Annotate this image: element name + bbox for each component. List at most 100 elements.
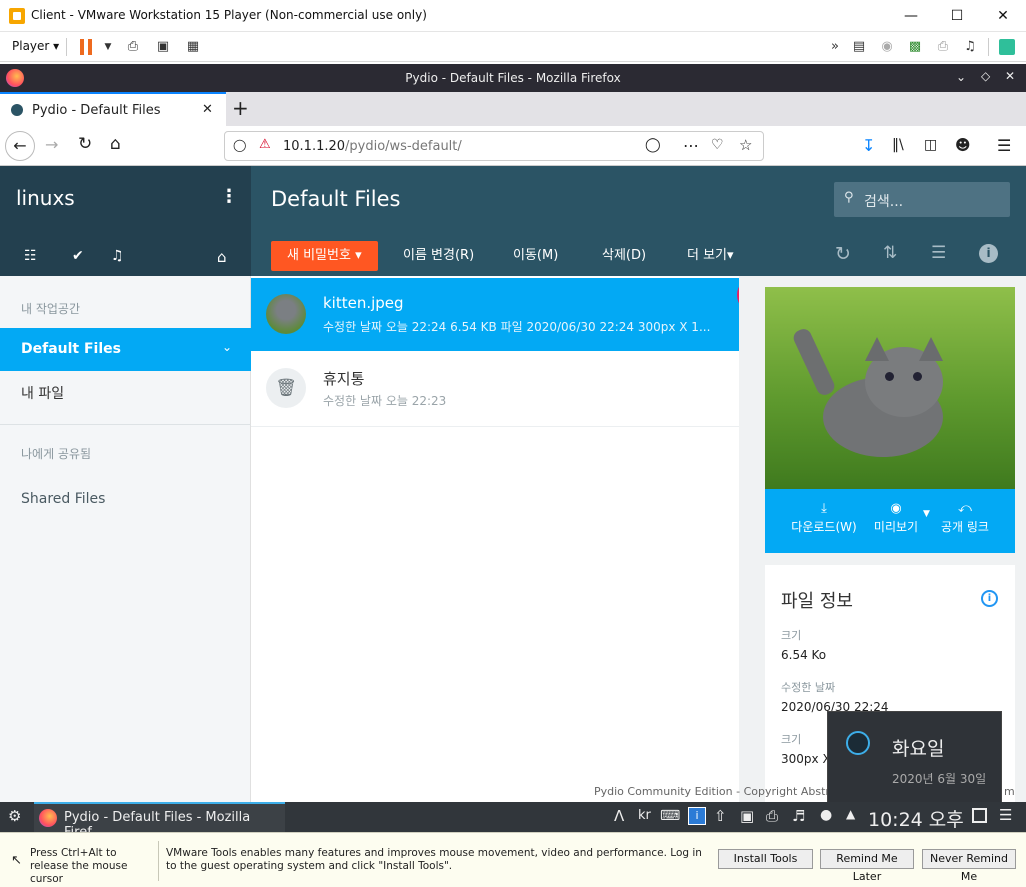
download-button[interactable]: ⤓ 다운로드(W): [787, 501, 861, 535]
preview-button[interactable]: ◉ 미리보기: [865, 501, 927, 535]
sidebar-item-default-files[interactable]: Default Files ⌄: [0, 328, 251, 371]
footer-copyright: Pydio Community Edition - Copyright Abst…: [594, 785, 851, 798]
insecure-lock-icon[interactable]: ⚠: [259, 137, 271, 152]
search-placeholder: 검색...: [864, 194, 904, 210]
update-icon[interactable]: ⇧: [714, 807, 727, 825]
url-text[interactable]: 10.1.1.20/pydio/ws-default/: [283, 139, 462, 154]
volume-icon[interactable]: ♬: [792, 807, 805, 825]
bookmark-star-icon[interactable]: ☆: [739, 136, 752, 154]
tab-pydio[interactable]: Pydio - Default Files ✕: [0, 92, 226, 128]
input-method-icon[interactable]: Λ: [614, 807, 624, 825]
pause-icon[interactable]: [80, 39, 84, 55]
pocket-icon[interactable]: ♡: [711, 137, 724, 153]
player-menu[interactable]: Player ▾: [12, 39, 59, 53]
tab-close-icon[interactable]: ✕: [202, 102, 213, 117]
home-icon[interactable]: ⌂: [110, 134, 121, 154]
never-remind-button[interactable]: Never Remind Me: [922, 849, 1016, 883]
devices-icon[interactable]: ▣: [740, 807, 754, 825]
clipboard-icon[interactable]: ⎙: [766, 807, 778, 825]
sidebar-item-shared-files[interactable]: Shared Files: [21, 491, 105, 507]
file-row-kitten[interactable]: kitten.jpeg 수정한 날짜 오늘 22:24 6.54 KB 파일 2…: [251, 278, 739, 351]
public-link-button[interactable]: ⤺ 공개 링크: [933, 501, 997, 535]
info-icon[interactable]: i: [981, 590, 998, 607]
sidebar-item-my-files[interactable]: 내 파일: [21, 383, 64, 403]
file-name: 휴지통: [323, 370, 365, 388]
list-view-icon[interactable]: ☰: [931, 243, 946, 263]
panel-menu-icon[interactable]: ☰: [999, 806, 1012, 824]
sidebar-item-label: Default Files: [21, 341, 121, 357]
window-minimize-icon[interactable]: ⌄: [956, 70, 966, 84]
minimize-icon[interactable]: —: [888, 4, 934, 28]
size-label: 크기: [781, 629, 802, 642]
tray-expand-icon[interactable]: ▲: [846, 807, 855, 821]
more-button[interactable]: 더 보기▾: [671, 241, 750, 271]
lightbulb-icon[interactable]: ◯: [645, 137, 661, 153]
eye-icon: ◉: [890, 501, 902, 516]
account-icon[interactable]: ☻: [955, 136, 971, 154]
network-icon[interactable]: ▩: [906, 38, 924, 56]
new-password-button[interactable]: 새 비밀번호 ▾: [271, 241, 378, 271]
size-value: 6.54 Ko: [781, 648, 827, 662]
back-icon[interactable]: ←: [5, 131, 35, 161]
show-desktop-icon[interactable]: [972, 808, 987, 823]
install-tools-button[interactable]: Install Tools: [718, 849, 813, 869]
message-log-icon[interactable]: [999, 39, 1015, 55]
file-info-title: 파일 정보: [781, 591, 853, 612]
tasks-icon[interactable]: ✔: [72, 248, 84, 264]
preview-dropdown-icon[interactable]: ▼: [923, 509, 930, 519]
search-icon: ⚲: [844, 190, 854, 205]
keyboard-layout[interactable]: kr: [638, 808, 651, 823]
info-tray-icon[interactable]: i: [688, 807, 706, 825]
calendar-date: 2020년 6월 30일: [892, 772, 987, 786]
toolbar-divider: [66, 38, 67, 56]
maximize-icon[interactable]: ☐: [934, 4, 980, 28]
lock-icon[interactable]: ●: [820, 807, 832, 823]
forward-icon[interactable]: →: [45, 135, 58, 154]
hint-divider: [158, 841, 159, 881]
kitten-preview-image[interactable]: [765, 287, 1015, 489]
page-actions-icon[interactable]: ⋯: [683, 136, 699, 155]
username[interactable]: linuxs: [16, 186, 75, 210]
new-tab-icon[interactable]: +: [232, 98, 249, 118]
window-close-icon[interactable]: ✕: [1005, 69, 1015, 83]
sound-icon[interactable]: ♫: [961, 38, 979, 56]
chevron-down-icon[interactable]: ⌄: [222, 340, 232, 354]
pause-dropdown-icon[interactable]: ▼: [99, 38, 117, 56]
reload-icon[interactable]: ↻: [78, 134, 92, 154]
harddisk-icon[interactable]: ▤: [850, 38, 868, 56]
taskbar-window-firefox[interactable]: Pydio - Default Files - Mozilla Firef...: [34, 802, 285, 840]
sort-icon[interactable]: ⇅: [883, 243, 897, 263]
rename-button[interactable]: 이름 변경(R): [387, 241, 490, 271]
info-panel-icon[interactable]: i: [979, 244, 998, 263]
fullscreen-icon[interactable]: ▣: [154, 38, 172, 56]
window-restore-icon[interactable]: ◇: [981, 69, 990, 83]
shield-icon[interactable]: ◯: [233, 138, 246, 152]
printer-icon[interactable]: ⎙: [934, 38, 952, 56]
url-path: /pydio/ws-default/: [345, 139, 462, 154]
taskbar-clock[interactable]: 10:24 오후: [868, 805, 964, 832]
release-cursor-hint: Press Ctrl+Alt to release the mouse curs…: [30, 847, 128, 885]
sidebar-toggle-icon[interactable]: ◫: [924, 137, 937, 153]
downloads-icon[interactable]: ↧: [862, 136, 875, 155]
url-bar[interactable]: ◯ ⚠ 10.1.1.20/pydio/ws-default/ ◯ ⋯ ♡ ☆: [224, 131, 764, 161]
unity-icon[interactable]: ▦: [184, 38, 202, 56]
bookmarks-book-icon[interactable]: ☷: [24, 248, 37, 264]
kde-launcher-icon[interactable]: ⚙: [8, 807, 21, 825]
file-row-trash[interactable]: 🗑 휴지통 수정한 날짜 오늘 22:23: [251, 352, 739, 427]
search-input[interactable]: ⚲ 검색...: [834, 182, 1010, 217]
home-workspace-icon[interactable]: ⌂: [217, 248, 227, 266]
move-button[interactable]: 이동(M): [497, 241, 574, 271]
delete-button[interactable]: 삭제(D): [586, 241, 662, 271]
library-icon[interactable]: ‖\: [892, 137, 904, 153]
notifications-bell-icon[interactable]: ♫: [111, 248, 124, 264]
kitten-eye-right: [913, 372, 922, 381]
user-menu-icon[interactable]: ⋮: [220, 186, 238, 207]
menu-icon[interactable]: ☰: [997, 136, 1011, 155]
keyboard-icon[interactable]: ⌨: [660, 808, 680, 824]
more-devices-icon[interactable]: »: [826, 38, 844, 56]
close-icon[interactable]: ✕: [980, 4, 1026, 28]
cdrom-icon[interactable]: ◉: [878, 38, 896, 56]
send-ctrl-alt-del-icon[interactable]: ⎙: [124, 38, 142, 56]
remind-later-button[interactable]: Remind Me Later: [820, 849, 914, 883]
refresh-icon[interactable]: ↻: [835, 243, 851, 265]
